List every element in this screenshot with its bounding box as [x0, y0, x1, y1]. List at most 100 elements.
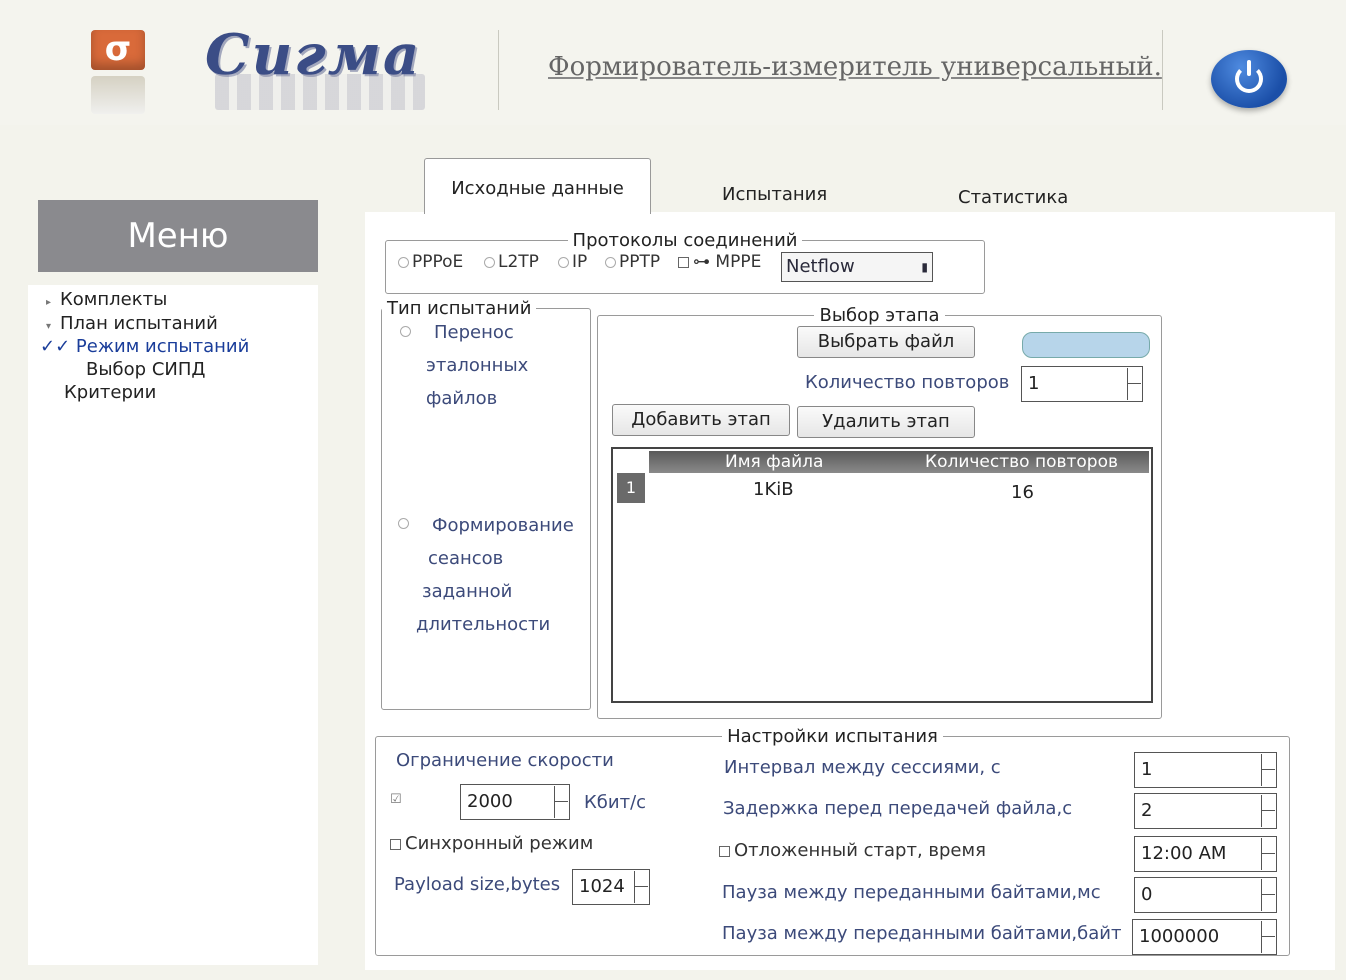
protocol-pptp[interactable]: PPTP	[605, 252, 660, 272]
protocol-label: L2TP	[498, 252, 539, 272]
stepper-arrows-icon[interactable]	[1261, 795, 1275, 827]
session-interval-value: 1	[1141, 759, 1153, 780]
key-icon: ⊶	[693, 252, 716, 272]
menu-item-label: Критерии	[64, 382, 157, 403]
payload-size-stepper[interactable]: 1024	[572, 869, 650, 905]
column-header-filename[interactable]: Имя файла	[725, 451, 823, 473]
stepper-arrows-icon[interactable]	[554, 786, 568, 818]
checkbox-icon[interactable]	[390, 838, 401, 850]
pause-ms-label: Пауза между переданными байтами,мс	[722, 882, 1101, 903]
test-type-transfer-radio[interactable]	[400, 326, 411, 337]
netflow-value: Netflow	[786, 256, 855, 277]
stage-table[interactable]: Имя файла Количество повторов 1 1KiB 16	[611, 447, 1153, 703]
test-type-transfer-line: файлов	[426, 388, 498, 409]
protocol-pppoe[interactable]: PPPoE	[398, 252, 463, 272]
menu-title: Меню	[38, 200, 318, 272]
test-type-sessions-line: длительности	[416, 614, 551, 635]
repeat-count-label: Количество повторов	[805, 372, 1010, 393]
test-type-transfer-line: Перенос	[434, 322, 514, 343]
menu-item-sipd[interactable]: Выбор СИПД	[86, 359, 205, 380]
pause-bytes-stepper[interactable]: 1000000	[1132, 919, 1277, 955]
test-type-legend: Тип испытаний	[387, 298, 532, 319]
power-button[interactable]	[1211, 50, 1287, 108]
row-number[interactable]: 1	[617, 473, 645, 503]
tab-source-data[interactable]: Исходные данные	[424, 158, 651, 214]
app-header: σ Сигма Формирователь-измеритель универс…	[0, 0, 1346, 125]
mppe-checkbox[interactable]: ⊶ MPPE	[678, 252, 761, 272]
stepper-arrows-icon[interactable]	[1127, 368, 1141, 400]
radio-icon[interactable]	[558, 256, 569, 268]
test-type-sessions-line: заданной	[422, 581, 513, 602]
delayed-start-value: 12:00 AM	[1141, 843, 1227, 864]
sync-mode-checkbox[interactable]: Синхронный режим	[390, 833, 593, 854]
mppe-label: MPPE	[715, 252, 762, 272]
header-divider	[498, 30, 499, 110]
checkbox-icon[interactable]	[678, 256, 689, 268]
test-type-sessions-line: сеансов	[428, 548, 504, 569]
radio-icon[interactable]	[398, 256, 409, 268]
sync-mode-label: Синхронный режим	[405, 833, 594, 854]
stage-legend: Выбор этапа	[819, 305, 940, 326]
checkbox-icon[interactable]	[719, 845, 730, 857]
payload-size-label: Payload size,bytes	[394, 874, 561, 895]
menu-item-label: Режим испытаний	[75, 336, 250, 357]
file-delay-stepper[interactable]: 2	[1134, 793, 1277, 829]
power-icon-bar	[1247, 60, 1251, 76]
test-type-sessions-line: Формирование	[432, 515, 574, 536]
tab-tests[interactable]: Испытания	[722, 184, 827, 205]
stepper-arrows-icon[interactable]	[1261, 921, 1275, 953]
repeat-count-stepper[interactable]: 1	[1021, 366, 1143, 402]
menu-item-label: План испытаний	[60, 313, 218, 334]
logo-text-reflection	[215, 74, 425, 110]
pause-ms-stepper[interactable]: 0	[1134, 877, 1277, 913]
protocol-l2tp[interactable]: L2TP	[484, 252, 539, 272]
chevron-down-icon: ▮	[921, 260, 928, 274]
file-delay-value: 2	[1141, 800, 1153, 821]
protocol-label: PPPoE	[412, 252, 464, 272]
menu-item-komplekty[interactable]: ▸ Комплекты	[46, 289, 167, 310]
delayed-start-label: Отложенный старт, время	[734, 840, 986, 861]
menu-item-label: Комплекты	[60, 289, 168, 310]
speed-unit-label: Кбит/с	[584, 792, 647, 813]
stepper-arrows-icon[interactable]	[634, 871, 648, 903]
check-icon: ✓✓	[40, 336, 71, 357]
stepper-arrows-icon[interactable]	[1261, 754, 1275, 786]
delayed-start-checkbox[interactable]: Отложенный старт, время	[719, 840, 986, 861]
column-header-repeats[interactable]: Количество повторов	[925, 451, 1118, 473]
table-cell-repeats[interactable]: 16	[1011, 482, 1034, 503]
payload-size-value: 1024	[579, 876, 625, 897]
session-interval-stepper[interactable]: 1	[1134, 752, 1277, 788]
tab-statistics[interactable]: Статистика	[958, 187, 1068, 208]
test-type-sessions-radio[interactable]	[398, 518, 409, 529]
menu-item-criteria[interactable]: Критерии	[64, 382, 156, 403]
netflow-select[interactable]: Netflow ▮	[781, 252, 933, 282]
radio-icon[interactable]	[484, 256, 495, 268]
session-interval-label: Интервал между сессиями, с	[724, 757, 1001, 778]
speed-stepper[interactable]: 2000	[460, 784, 570, 820]
protocol-label: IP	[572, 252, 588, 272]
protocols-legend: Протоколы соединений	[572, 230, 798, 251]
settings-legend: Настройки испытания	[727, 726, 938, 747]
pause-ms-value: 0	[1141, 884, 1153, 905]
file-delay-label: Задержка перед передачей файла,с	[723, 798, 1073, 819]
header-divider	[1162, 30, 1163, 110]
radio-icon[interactable]	[605, 256, 616, 268]
delete-stage-button[interactable]: Удалить этап	[797, 406, 975, 438]
table-cell-filename[interactable]: 1KiB	[753, 479, 794, 500]
repeat-count-value: 1	[1028, 373, 1040, 394]
logo-mark-reflection	[91, 76, 145, 114]
stepper-arrows-icon[interactable]	[1261, 838, 1275, 870]
menu-item-test-plan[interactable]: ▾ План испытаний	[46, 313, 218, 334]
protocol-ip[interactable]: IP	[558, 252, 587, 272]
stepper-arrows-icon[interactable]	[1261, 879, 1275, 911]
menu-item-test-mode[interactable]: ✓✓ Режим испытаний	[40, 336, 249, 357]
pause-bytes-value: 1000000	[1139, 926, 1220, 947]
page-title: Формирователь-измеритель универсальный.	[548, 52, 1162, 82]
delayed-start-time[interactable]: 12:00 AM	[1134, 836, 1277, 872]
protocol-label: PPTP	[619, 252, 661, 272]
speed-limit-checkbox[interactable]: ☑	[390, 792, 402, 807]
chevron-right-icon[interactable]: ▸	[46, 297, 60, 308]
choose-file-button[interactable]: Выбрать файл	[797, 326, 975, 358]
add-stage-button[interactable]: Добавить этап	[612, 404, 790, 436]
chevron-down-icon[interactable]: ▾	[46, 321, 60, 332]
